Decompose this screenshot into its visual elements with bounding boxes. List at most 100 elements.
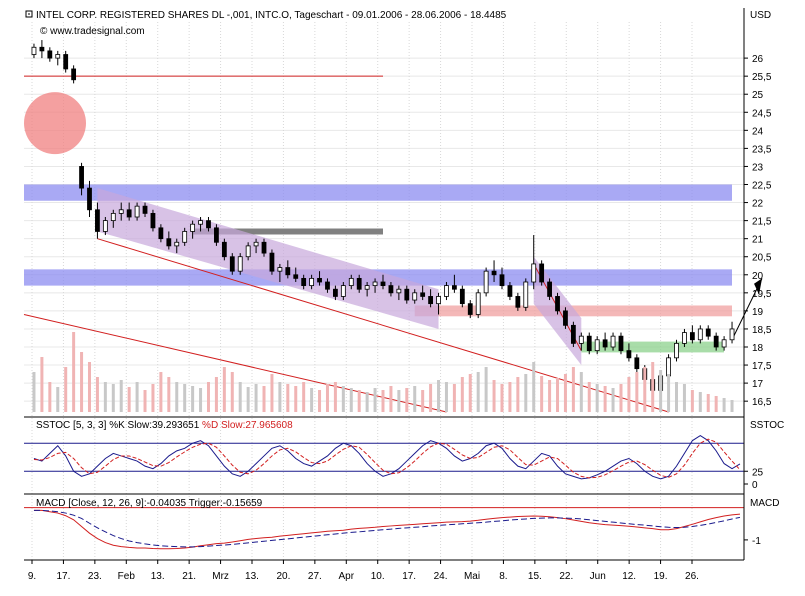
volume-bar [270, 374, 273, 412]
price-tick-label: 25,5 [752, 72, 772, 83]
candle-body [302, 278, 306, 285]
volume-bar [382, 390, 385, 412]
candle-body [722, 340, 726, 347]
candle-body [238, 257, 242, 271]
x-tick-label: 27. [308, 571, 322, 582]
candle-body [627, 351, 631, 358]
candle-body [151, 213, 155, 227]
candle-body [159, 228, 163, 239]
candle-body [405, 289, 409, 300]
candle-body [492, 271, 496, 275]
candle-body [587, 336, 591, 350]
candle-body [119, 210, 123, 214]
candle-body [80, 166, 84, 188]
x-tick-label: Jun [590, 571, 606, 582]
candle-body [111, 213, 115, 220]
volume-bar [96, 377, 99, 412]
candle-body [476, 293, 480, 315]
candle-body [103, 221, 107, 232]
x-tick-label: 19. [654, 571, 668, 582]
volume-bar [580, 372, 583, 412]
volume-bar [215, 377, 218, 412]
volume-bar [667, 374, 670, 412]
volume-bar [294, 386, 297, 412]
candle-body [413, 293, 417, 300]
volume-bar [413, 386, 416, 412]
candle-body [40, 47, 44, 51]
volume-bar [437, 380, 440, 412]
volume-bar [564, 374, 567, 412]
candle-body [698, 329, 702, 340]
volume-bar [516, 377, 519, 412]
volume-bar [627, 377, 630, 412]
x-tick-label: 22. [559, 571, 573, 582]
candle-body [619, 336, 623, 350]
candle-body [690, 333, 694, 340]
volume-bar [453, 384, 456, 412]
volume-bar [619, 384, 622, 412]
price-tick-label: 23 [752, 162, 764, 173]
price-tick-label: 24 [752, 126, 764, 137]
volume-bar [691, 390, 694, 412]
candle-body [675, 343, 679, 357]
candle-body [706, 329, 710, 336]
volume-bar [683, 384, 686, 412]
volume-bar [715, 396, 718, 412]
candle-body [183, 231, 187, 242]
volume-bar [596, 384, 599, 412]
candle-body [143, 206, 147, 213]
volume-bar [136, 382, 139, 412]
currency-label: USD [750, 10, 771, 21]
source-label: © www.tradesignal.com [40, 26, 145, 37]
volume-bar [532, 362, 535, 412]
volume-bar [731, 400, 734, 412]
volume-bar [151, 384, 154, 412]
price-tick-label: 19 [752, 307, 764, 318]
volume-bar [128, 387, 131, 412]
candle-body [64, 55, 68, 69]
volume-bar [405, 388, 408, 412]
candle-body [32, 47, 36, 54]
sstoc-d-value: %D Slow:27.965608 [202, 420, 293, 431]
volume-bar [604, 386, 607, 412]
candle-body [191, 224, 195, 231]
candle-body [357, 278, 361, 289]
candle-body [373, 282, 377, 286]
candle-body [389, 286, 393, 293]
candle-body [548, 282, 552, 296]
candle-body [516, 296, 520, 307]
volume-bar [318, 390, 321, 412]
volume-bar [588, 382, 591, 412]
volume-bar [247, 387, 250, 412]
volume-bar [651, 362, 654, 412]
macd-trigger-value: Trigger:-0.15659 [189, 498, 263, 509]
candle-body [349, 278, 353, 285]
candle-body [556, 296, 560, 310]
macd-label: MACD [Close, 12, 26, 9]:-0.04035 Trigger… [36, 498, 263, 509]
volume-bar [540, 376, 543, 412]
volume-bar [429, 384, 432, 412]
candle-body [730, 329, 734, 340]
candle-body [262, 242, 266, 253]
x-tick-label: 15. [528, 571, 542, 582]
price-tick-label: 19,5 [752, 289, 772, 300]
x-tick-label: Mrz [212, 571, 229, 582]
volume-bar [120, 380, 123, 412]
x-tick-label: 17. [56, 571, 70, 582]
volume-bar [524, 374, 527, 412]
x-tick-label: Apr [339, 571, 355, 582]
highlight-circle [24, 92, 86, 154]
x-tick-label: 8. [499, 571, 507, 582]
volume-bar [263, 386, 266, 412]
volume-bar [112, 384, 115, 412]
x-tick-label: 13. [151, 571, 165, 582]
candle-body [206, 221, 210, 228]
candle-body [230, 257, 234, 271]
chart-svg: 16,51717,51818,51919,52020,52121,52222,5… [0, 0, 805, 591]
candle-body [452, 286, 456, 290]
sstoc-tick-label: 0 [752, 480, 758, 491]
x-tick-label: 26. [685, 571, 699, 582]
candle-body [635, 358, 639, 369]
candle-body [214, 228, 218, 242]
candle-body [175, 242, 179, 246]
